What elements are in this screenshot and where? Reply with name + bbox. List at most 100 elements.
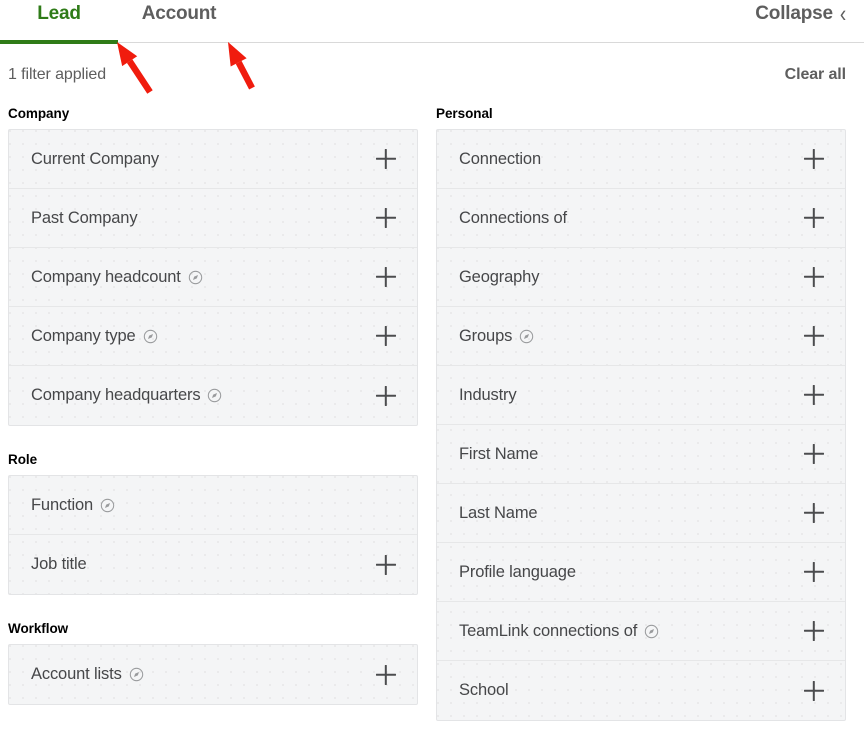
sales-navigator-compass-icon — [143, 329, 158, 344]
filter-row[interactable]: Groups — [437, 307, 845, 366]
filter-row-label: Industry — [459, 386, 517, 405]
sales-navigator-compass-icon — [129, 667, 144, 682]
filter-row-label-text: Profile language — [459, 562, 576, 581]
filter-row-label: Current Company — [31, 150, 159, 169]
tab-account-label: Account — [141, 3, 217, 24]
filter-row[interactable]: Company type — [9, 307, 417, 366]
add-filter-plus-icon[interactable] — [373, 323, 399, 349]
add-filter-plus-icon[interactable] — [373, 552, 399, 578]
filter-row-label: Company headcount — [31, 268, 203, 287]
sales-navigator-compass-icon — [188, 270, 203, 285]
filter-group-list: Current Company Past Company Company headc… — [8, 129, 418, 426]
add-filter-plus-icon[interactable] — [801, 323, 827, 349]
filter-row-label-text: Last Name — [459, 503, 538, 522]
filter-group-title: Role — [8, 452, 38, 467]
filter-row-label-text: Function — [31, 495, 94, 514]
filter-row[interactable]: Connections of — [437, 189, 845, 248]
filter-row-label-text: Geography — [459, 267, 540, 286]
filter-group-list: Account lists — [8, 644, 418, 705]
tab-account[interactable]: Account — [118, 0, 240, 44]
filter-row[interactable]: Last Name — [437, 484, 845, 543]
add-filter-plus-icon[interactable] — [801, 441, 827, 467]
filter-row-label: Connections of — [459, 209, 567, 228]
filter-row-label: Last Name — [459, 503, 538, 523]
filter-row-label-text: Industry — [459, 385, 517, 404]
filter-group-list: Function Job title — [8, 475, 418, 595]
sales-navigator-compass-icon — [644, 624, 659, 639]
filter-row-label-text: Groups — [459, 326, 513, 345]
filter-row-label-text: Company headquarters — [31, 386, 201, 404]
sales-navigator-compass-icon — [207, 388, 222, 403]
tab-lead-label: Lead — [37, 3, 81, 24]
add-filter-plus-icon[interactable] — [373, 205, 399, 231]
add-filter-plus-icon[interactable] — [801, 382, 827, 408]
filter-group-list: Connection Connections of Geography Groups I… — [436, 129, 846, 721]
add-filter-plus-icon[interactable] — [801, 678, 827, 704]
filter-row-label-text: Connections of — [459, 208, 567, 227]
collapse-label: Collapse — [755, 3, 833, 24]
filter-row[interactable]: Job title — [9, 535, 417, 594]
clear-all-button[interactable]: Clear all — [785, 66, 846, 84]
filter-row[interactable]: First Name — [437, 425, 845, 484]
filter-group-title: Personal — [436, 106, 493, 121]
filter-row-label: Past Company — [31, 208, 138, 228]
filter-group-title: Workflow — [8, 621, 69, 636]
add-filter-plus-icon[interactable] — [801, 618, 827, 644]
filter-row-label: Company headquarters — [31, 386, 222, 405]
add-filter-plus-icon[interactable] — [801, 146, 827, 172]
add-filter-plus-icon[interactable] — [801, 500, 827, 526]
filter-row[interactable]: Geography — [437, 248, 845, 307]
filter-row-label: Groups — [459, 327, 534, 346]
filter-row-label: Geography — [459, 268, 539, 287]
filter-row-label: Connection — [459, 150, 541, 169]
filter-row-label: Function — [31, 496, 115, 515]
filter-column-left: Company Current Company Past Company Compan… — [8, 106, 418, 721]
filter-row-label: First Name — [459, 445, 538, 464]
filter-row[interactable]: Current Company — [9, 130, 417, 189]
filter-row-label-text: School — [459, 681, 509, 699]
filter-row[interactable]: Industry — [437, 366, 845, 425]
filter-row-label: TeamLink connections of — [459, 622, 659, 641]
add-filter-plus-icon[interactable] — [801, 559, 827, 585]
filter-columns: Company Current Company Past Company Compan… — [0, 106, 864, 721]
filter-row-label: Job title — [31, 555, 87, 574]
filter-row-label: Profile language — [459, 563, 576, 582]
filter-row-label-text: Current Company — [31, 149, 159, 168]
add-filter-plus-icon[interactable] — [801, 264, 827, 290]
tab-lead[interactable]: Lead — [0, 0, 118, 44]
collapse-button[interactable]: Collapse ‹ — [755, 0, 846, 28]
filter-row-label-text: Past Company — [31, 208, 138, 227]
filter-row-label: School — [459, 681, 509, 700]
filter-row-label: Company type — [31, 327, 158, 346]
filter-status-bar: 1 filter applied Clear all — [0, 44, 864, 106]
filter-row-label-text: First Name — [459, 444, 539, 463]
filter-row-label-text: Job title — [31, 555, 87, 573]
add-filter-plus-icon[interactable] — [373, 264, 399, 290]
add-filter-plus-icon[interactable] — [373, 383, 399, 409]
filter-row[interactable]: TeamLink connections of — [437, 602, 845, 661]
sales-navigator-compass-icon — [519, 329, 534, 344]
filter-row[interactable]: Company headquarters — [9, 366, 417, 425]
filters-applied-count: 1 filter applied — [8, 66, 107, 83]
filter-row-label-text: TeamLink connections of — [459, 621, 638, 640]
filter-row-label: Account lists — [31, 665, 144, 684]
filter-row[interactable]: Company headcount — [9, 248, 417, 307]
filter-type-tabbar: Lead Account Collapse ‹ — [0, 0, 864, 44]
sales-navigator-compass-icon — [100, 498, 115, 513]
filter-column-right: Personal Connection Connections of Geograph… — [436, 106, 846, 721]
filter-row-label-text: Connection — [459, 149, 541, 168]
filter-row[interactable]: Past Company — [9, 189, 417, 248]
filter-row[interactable]: School — [437, 661, 845, 720]
filter-row-label-text: Company type — [31, 326, 136, 345]
filter-row-label-text: Account lists — [31, 665, 122, 683]
filter-row[interactable]: Connection — [437, 130, 845, 189]
filter-row[interactable]: Account lists — [9, 645, 417, 704]
filter-row[interactable]: Function — [9, 476, 417, 535]
filter-row[interactable]: Profile language — [437, 543, 845, 602]
chevron-left-icon: ‹ — [839, 0, 846, 28]
add-filter-plus-icon[interactable] — [373, 662, 399, 688]
lead-filters-panel: Lead Account Collapse ‹ 1 filter applied… — [0, 0, 864, 742]
filter-row-label-text: Company headcount — [31, 267, 181, 286]
add-filter-plus-icon[interactable] — [373, 146, 399, 172]
add-filter-plus-icon[interactable] — [801, 205, 827, 231]
